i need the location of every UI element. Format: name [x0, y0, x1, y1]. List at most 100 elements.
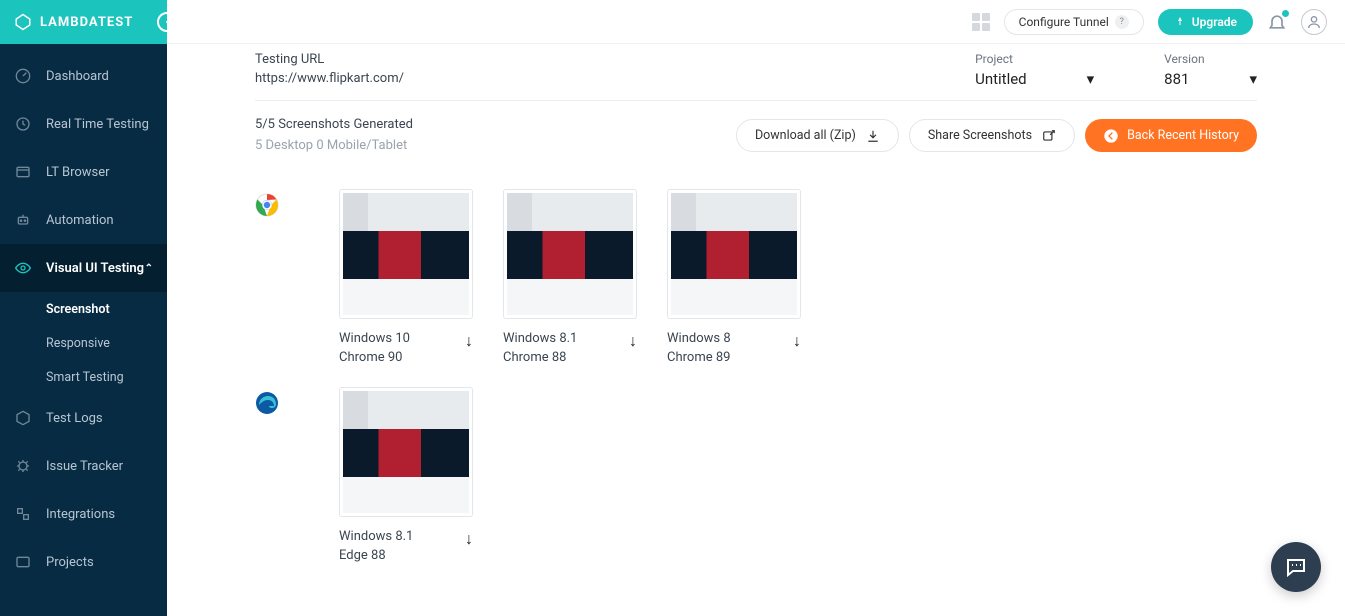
- user-avatar[interactable]: [1301, 9, 1327, 35]
- download-all-button[interactable]: Download all (Zip): [736, 119, 899, 152]
- nav-realtime[interactable]: Real Time Testing: [0, 100, 167, 148]
- nav-smart-label: Smart Testing: [46, 370, 124, 385]
- nav-responsive-label: Responsive: [46, 336, 110, 351]
- back-arrow-icon: [1103, 128, 1119, 144]
- nav-ltbrowser[interactable]: LT Browser: [0, 148, 167, 196]
- nav-integrations[interactable]: Integrations: [0, 490, 167, 538]
- layers-icon: [14, 505, 32, 523]
- project-value: Untitled: [975, 70, 1027, 88]
- nav-responsive[interactable]: Responsive: [0, 326, 167, 360]
- status-breakdown: 5 Desktop 0 Mobile/Tablet: [255, 136, 413, 157]
- screenshot-card[interactable]: 🖥 🚀 Windows 8 Chrome 89 ↓: [667, 189, 801, 365]
- cube-icon: [14, 409, 32, 427]
- configure-tunnel-button[interactable]: Configure Tunnel?: [1004, 9, 1144, 35]
- card-download-button[interactable]: ↓: [465, 529, 473, 549]
- nav-screenshot[interactable]: Screenshot: [0, 292, 167, 326]
- card-os: Windows 8: [667, 331, 731, 346]
- chat-fab[interactable]: [1271, 542, 1321, 592]
- nav-visual[interactable]: Visual UI Testing⌃: [0, 244, 167, 292]
- thumbnail[interactable]: 🖥 🚀: [339, 387, 473, 517]
- nav-automation[interactable]: Automation: [0, 196, 167, 244]
- version-select[interactable]: 881 ▾: [1164, 70, 1257, 88]
- nav-projects[interactable]: Projects: [0, 538, 167, 586]
- project-select[interactable]: Untitled ▾: [975, 70, 1094, 88]
- screenshot-card[interactable]: 🖥 🚀 Windows 10 Chrome 90 ↓: [339, 189, 473, 365]
- back-history-label: Back Recent History: [1127, 128, 1239, 143]
- nav-testlogs-label: Test Logs: [46, 411, 103, 426]
- nav-visual-label: Visual UI Testing: [46, 261, 144, 276]
- topbar: Configure Tunnel? Upgrade: [167, 0, 1345, 44]
- nav-screenshot-label: Screenshot: [46, 302, 110, 317]
- thumbnail[interactable]: 🖥 🚀: [339, 189, 473, 319]
- version-select-block: Version 881 ▾: [1164, 52, 1257, 88]
- edge-icon: [255, 391, 279, 415]
- brand-name: LAMBDATEST: [40, 15, 133, 30]
- nav-issue[interactable]: Issue Tracker: [0, 442, 167, 490]
- share-label: Share Screenshots: [928, 128, 1032, 143]
- nav-projects-label: Projects: [46, 555, 94, 570]
- card-os: Windows 8.1: [503, 331, 577, 346]
- rocket-up-icon: [1174, 16, 1186, 28]
- url-block: Testing URL https://www.flipkart.com/: [255, 52, 404, 86]
- share-button[interactable]: Share Screenshots: [909, 119, 1075, 152]
- card-download-button[interactable]: ↓: [793, 331, 801, 351]
- card-browser: Chrome 89: [667, 350, 731, 365]
- sidebar: LAMBDATEST ‹ Dashboard Real Time Testing…: [0, 0, 167, 616]
- thumbnail[interactable]: 🖥 🚀: [503, 189, 637, 319]
- version-value: 881: [1164, 70, 1189, 88]
- project-select-block: Project Untitled▾: [975, 52, 1094, 88]
- nav-automation-label: Automation: [46, 213, 114, 228]
- logo-icon: [14, 13, 32, 31]
- actions: Download all (Zip) Share Screenshots Bac…: [736, 119, 1257, 152]
- upgrade-label: Upgrade: [1192, 15, 1237, 29]
- card-download-button[interactable]: ↓: [629, 331, 637, 351]
- gauge-icon: [14, 67, 32, 85]
- logo-bar: LAMBDATEST ‹: [0, 0, 167, 44]
- download-icon: [866, 129, 880, 143]
- card-browser: Chrome 90: [339, 350, 410, 365]
- apps-grid-icon[interactable]: [972, 13, 990, 31]
- nav-dashboard[interactable]: Dashboard: [0, 52, 167, 100]
- card-os: Windows 8.1: [339, 529, 413, 544]
- nav-realtime-label: Real Time Testing: [46, 117, 149, 132]
- chat-icon: [1284, 555, 1308, 579]
- nav: Dashboard Real Time Testing LT Browser A…: [0, 44, 167, 586]
- upgrade-button[interactable]: Upgrade: [1158, 9, 1253, 35]
- clock-icon: [14, 115, 32, 133]
- nav-ltbrowser-label: LT Browser: [46, 165, 110, 180]
- folder-icon: [14, 553, 32, 571]
- main-content: Testing URL https://www.flipkart.com/ Pr…: [167, 44, 1345, 616]
- help-icon: ?: [1115, 15, 1129, 29]
- status-text: 5/5 Screenshots Generated 5 Desktop 0 Mo…: [255, 115, 413, 157]
- browser-icon: [14, 163, 32, 181]
- version-label: Version: [1164, 52, 1257, 66]
- thumbnail[interactable]: 🖥 🚀: [667, 189, 801, 319]
- chevron-down-icon: ▾: [1249, 70, 1257, 88]
- screenshot-card[interactable]: 🖥 🚀 Windows 8.1 Chrome 88 ↓: [503, 189, 637, 365]
- browser-group: 🖥 🚀 Windows 8.1 Edge 88 ↓: [255, 387, 1257, 563]
- nav-smart[interactable]: Smart Testing: [0, 360, 167, 394]
- share-icon: [1042, 129, 1056, 143]
- nav-testlogs[interactable]: Test Logs: [0, 394, 167, 442]
- configure-tunnel-label: Configure Tunnel: [1019, 15, 1109, 29]
- card-browser: Chrome 88: [503, 350, 577, 365]
- nav-dashboard-label: Dashboard: [46, 69, 109, 84]
- header-row: Testing URL https://www.flipkart.com/ Pr…: [255, 52, 1257, 101]
- status-row: 5/5 Screenshots Generated 5 Desktop 0 Mo…: [255, 101, 1257, 167]
- card-os: Windows 10: [339, 331, 410, 346]
- nav-integrations-label: Integrations: [46, 507, 115, 522]
- robot-icon: [14, 211, 32, 229]
- back-history-button[interactable]: Back Recent History: [1085, 119, 1257, 152]
- bug-icon: [14, 457, 32, 475]
- notifications-icon[interactable]: [1267, 12, 1287, 32]
- chevron-down-icon: ▾: [1087, 70, 1095, 88]
- chrome-icon: [255, 193, 279, 217]
- url-value: https://www.flipkart.com/: [255, 71, 404, 86]
- nav-issue-label: Issue Tracker: [46, 459, 123, 474]
- card-download-button[interactable]: ↓: [465, 331, 473, 351]
- card-browser: Edge 88: [339, 548, 413, 563]
- screenshot-card[interactable]: 🖥 🚀 Windows 8.1 Edge 88 ↓: [339, 387, 473, 563]
- url-label: Testing URL: [255, 52, 404, 67]
- download-all-label: Download all (Zip): [755, 128, 856, 143]
- eye-icon: [14, 259, 32, 277]
